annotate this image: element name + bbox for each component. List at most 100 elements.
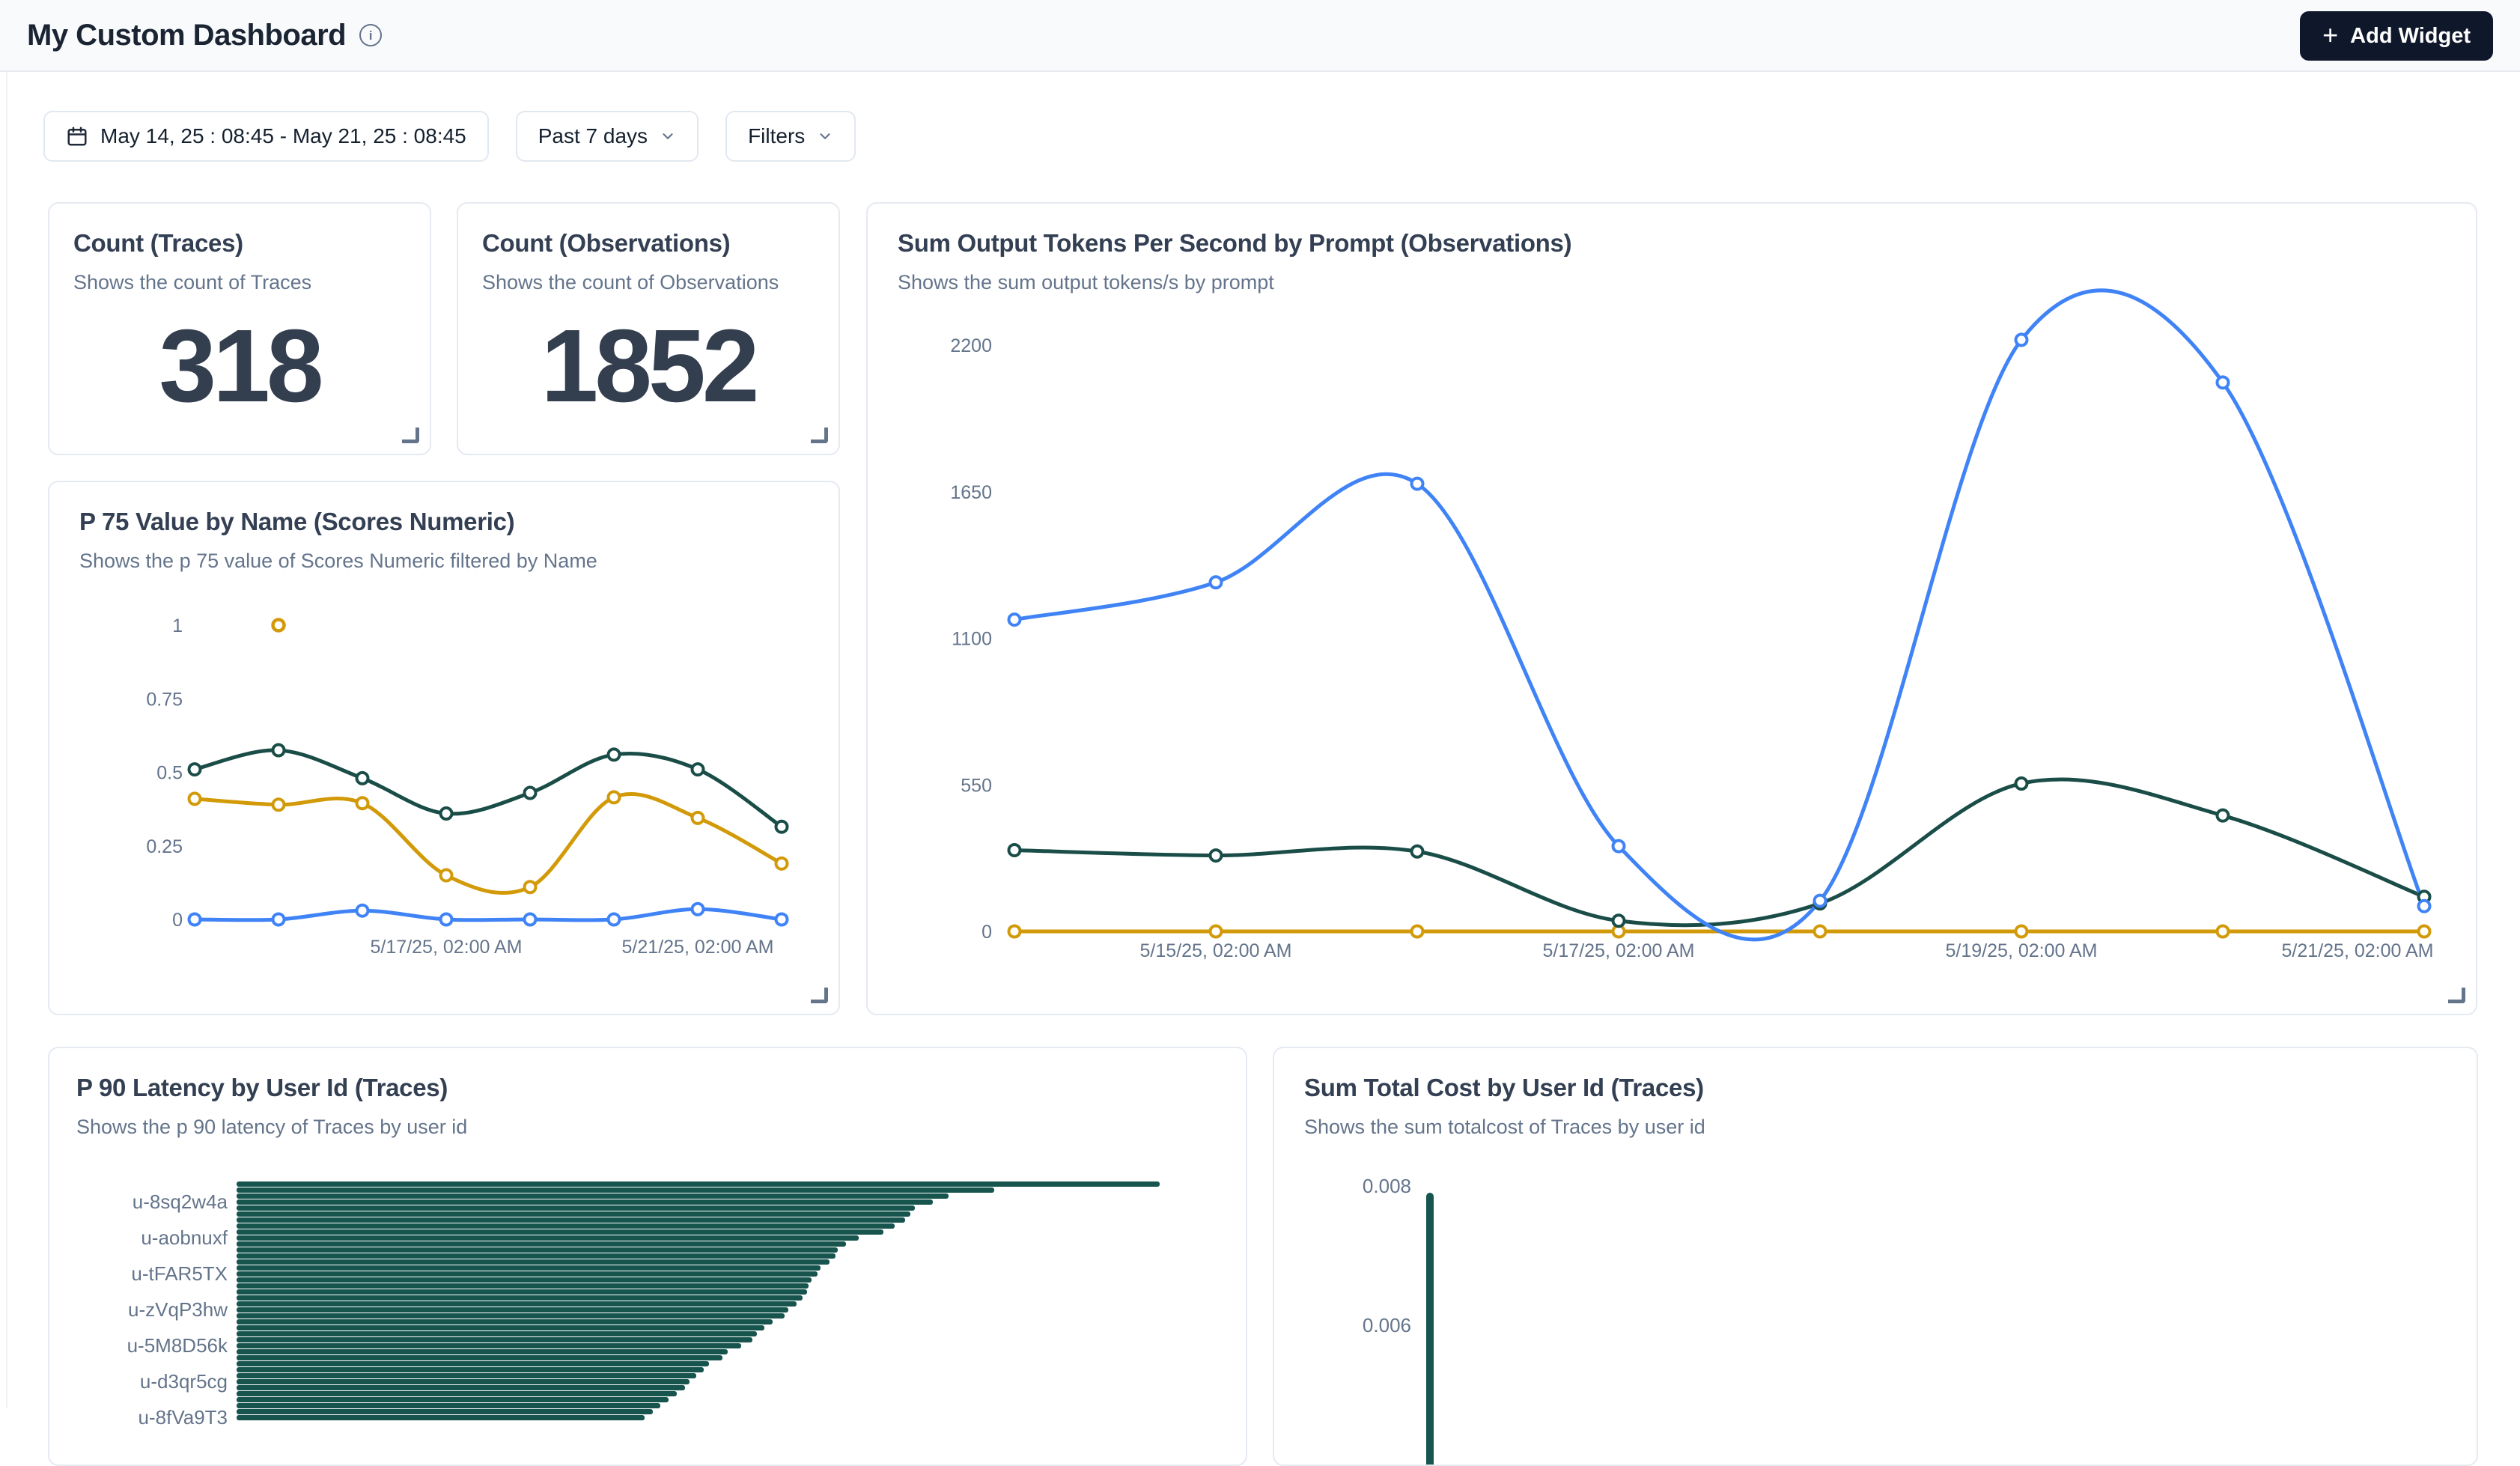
resize-handle[interactable] [811, 988, 828, 1003]
data-point-orange[interactable] [1815, 926, 1826, 937]
latency-bar[interactable] [237, 1271, 818, 1277]
latency-bar[interactable] [237, 1277, 812, 1283]
data-point-teal[interactable] [1009, 845, 1020, 856]
data-point-orange[interactable] [189, 793, 201, 804]
latency-bar[interactable] [237, 1415, 645, 1420]
data-point-blue[interactable] [273, 914, 284, 925]
data-point-blue[interactable] [1009, 614, 1020, 625]
latency-bar[interactable] [237, 1199, 933, 1205]
latency-bar[interactable] [237, 1187, 994, 1193]
latency-bar[interactable] [237, 1211, 910, 1217]
latency-bar[interactable] [237, 1217, 905, 1223]
resize-handle[interactable] [811, 428, 828, 443]
widget-p90-chart: P 90 Latency by User Id (Traces) Shows t… [48, 1047, 1247, 1466]
data-point-teal[interactable] [189, 764, 201, 775]
latency-bar[interactable] [237, 1343, 741, 1348]
data-point-orange[interactable] [441, 870, 452, 881]
data-point-orange[interactable] [357, 797, 368, 809]
data-point-teal[interactable] [441, 808, 452, 819]
data-point-blue[interactable] [2016, 334, 2027, 345]
time-preset-dropdown[interactable]: Past 7 days [516, 111, 699, 162]
latency-bar[interactable] [237, 1319, 773, 1324]
latency-bar[interactable] [237, 1181, 1160, 1187]
latency-bar[interactable] [237, 1331, 757, 1336]
data-point-teal[interactable] [273, 745, 284, 756]
latency-bar[interactable] [237, 1223, 895, 1229]
resize-handle[interactable] [2448, 988, 2465, 1003]
info-icon[interactable]: i [359, 24, 382, 46]
latency-bar[interactable] [237, 1205, 915, 1211]
data-point-teal[interactable] [693, 764, 704, 775]
data-point-blue[interactable] [189, 914, 201, 925]
data-point-orange[interactable] [2016, 926, 2027, 937]
date-range-button[interactable]: May 14, 25 : 08:45 - May 21, 25 : 08:45 [43, 111, 489, 162]
latency-bar[interactable] [237, 1313, 785, 1319]
data-point-blue[interactable] [2218, 377, 2229, 388]
data-point-teal[interactable] [2016, 778, 2027, 789]
latency-bar[interactable] [237, 1385, 685, 1390]
data-point-teal[interactable] [357, 773, 368, 784]
data-point-orange[interactable] [776, 858, 788, 869]
data-point-orange-isolated[interactable] [273, 620, 284, 631]
latency-bar[interactable] [237, 1373, 696, 1378]
data-point-blue[interactable] [2419, 901, 2430, 912]
data-point-blue[interactable] [1412, 478, 1423, 490]
latency-bar[interactable] [237, 1289, 807, 1295]
latency-bar[interactable] [237, 1337, 752, 1342]
data-point-blue[interactable] [1613, 841, 1625, 852]
data-point-blue[interactable] [357, 905, 368, 916]
data-point-orange[interactable] [609, 791, 620, 803]
latency-bar[interactable] [237, 1229, 883, 1235]
latency-bar[interactable] [237, 1253, 836, 1259]
latency-bar[interactable] [237, 1367, 704, 1372]
data-point-blue[interactable] [1211, 577, 1222, 588]
data-point-orange[interactable] [273, 799, 284, 810]
latency-bar[interactable] [237, 1283, 809, 1289]
latency-bar[interactable] [237, 1397, 669, 1402]
data-point-orange[interactable] [525, 881, 536, 892]
data-point-teal[interactable] [1412, 846, 1423, 857]
filters-dropdown[interactable]: Filters [725, 111, 856, 162]
resize-handle[interactable] [402, 428, 419, 443]
data-point-orange[interactable] [693, 812, 704, 824]
data-point-teal[interactable] [2218, 810, 2229, 821]
latency-bar[interactable] [237, 1361, 709, 1366]
latency-bar[interactable] [237, 1193, 949, 1199]
data-point-teal[interactable] [1613, 915, 1625, 926]
latency-bar[interactable] [237, 1409, 653, 1414]
series-line-blue [1014, 291, 2424, 940]
latency-bar[interactable] [237, 1259, 830, 1265]
latency-bar[interactable] [237, 1301, 797, 1307]
latency-bar[interactable] [237, 1235, 859, 1241]
data-point-orange[interactable] [2218, 926, 2229, 937]
data-point-blue[interactable] [1815, 895, 1826, 907]
latency-bar[interactable] [237, 1325, 764, 1330]
latency-bar[interactable] [237, 1355, 722, 1360]
latency-bar[interactable] [237, 1265, 821, 1271]
data-point-orange[interactable] [2419, 926, 2430, 937]
data-point-blue[interactable] [609, 914, 620, 925]
data-point-teal[interactable] [525, 788, 536, 799]
latency-bar[interactable] [237, 1349, 728, 1354]
x-axis-tick: 5/19/25, 02:00 AM [1946, 940, 2098, 961]
latency-bar[interactable] [237, 1379, 690, 1384]
data-point-teal[interactable] [609, 749, 620, 760]
latency-bar[interactable] [237, 1295, 803, 1301]
data-point-blue[interactable] [693, 904, 704, 915]
data-point-orange[interactable] [1412, 926, 1423, 937]
data-point-blue[interactable] [441, 914, 452, 925]
data-point-orange[interactable] [1211, 926, 1222, 937]
data-point-teal[interactable] [1211, 850, 1222, 861]
latency-bar[interactable] [237, 1307, 788, 1313]
data-point-orange[interactable] [1009, 926, 1020, 937]
y-axis-tick: 1 [172, 615, 183, 636]
data-point-blue[interactable] [525, 914, 536, 925]
latency-bar[interactable] [237, 1247, 838, 1253]
cost-bar[interactable] [1426, 1193, 1434, 1465]
filter-toolbar: May 14, 25 : 08:45 - May 21, 25 : 08:45 … [43, 111, 856, 162]
latency-bar[interactable] [237, 1391, 677, 1396]
latency-bar[interactable] [237, 1241, 846, 1247]
data-point-blue[interactable] [776, 914, 788, 925]
add-widget-button[interactable]: + Add Widget [2300, 11, 2493, 61]
data-point-teal[interactable] [776, 821, 788, 833]
